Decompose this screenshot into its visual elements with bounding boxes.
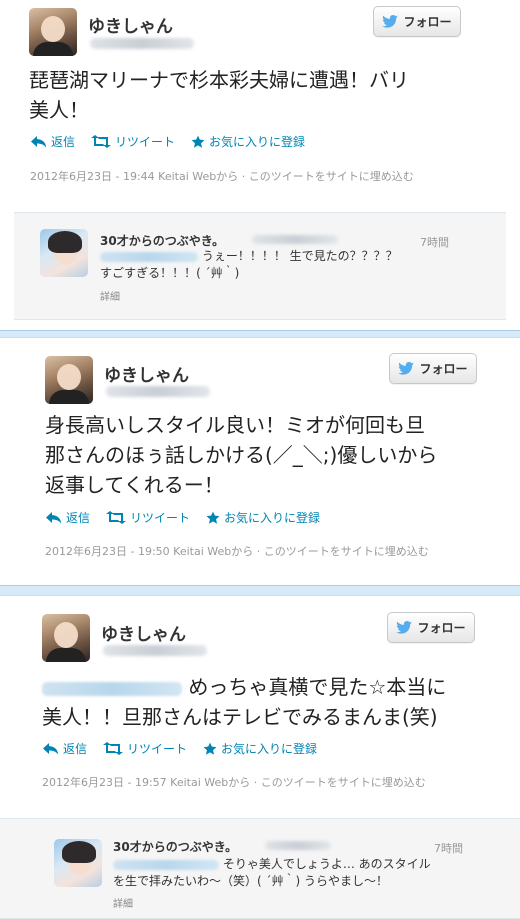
retweet-label: リツイート [130,511,191,525]
avatar[interactable] [42,614,90,662]
user-name[interactable]: ゆきしゃん [101,620,186,645]
bird-icon [396,621,413,634]
tweet-line: 返事してくれるー！ [45,473,224,497]
reply-card: 30才からのつぶやき。 7時間 そりゃ美人でしょうよ… あのスタイル を生で拝み… [0,818,520,919]
follow-button[interactable]: フォロー [373,6,461,37]
star-icon [191,135,205,148]
follow-label: フォロー [403,15,452,29]
reply-user-handle[interactable] [265,841,331,850]
avatar[interactable] [29,8,77,56]
tweet-separator [0,585,520,596]
tweet-line: 琵琶湖マリーナで杉本彩夫婦に遭遇！バリ [29,68,409,92]
tweet-actions: 返信 リツイート お気に入りに登録 [31,133,305,150]
favorite-button[interactable]: お気に入りに登録 [191,133,305,150]
tweet-actions: 返信 リツイート お気に入りに登録 [46,509,320,526]
reply-detail-link[interactable]: 詳細 [113,895,133,910]
retweet-button[interactable]: リツイート [91,133,175,150]
user-handle[interactable] [103,645,207,656]
reply-button[interactable]: 返信 [31,133,75,150]
reply-card: 30才からのつぶやき。 7時間 うぇー！！！！ 生で見たの？？？？ すごすぎる！… [14,212,506,320]
tweet-meta[interactable]: 2012年6月23日 - 19:44 Keitai Webから · このツイート… [30,168,414,184]
mention-link[interactable] [42,681,182,696]
user-name[interactable]: ゆきしゃん [104,361,189,386]
reply-avatar[interactable] [54,839,102,887]
bird-icon [398,362,415,375]
tweet-meta[interactable]: 2012年6月23日 - 19:57 Keitai Webから · このツイート… [42,774,426,790]
reply-button[interactable]: 返信 [46,509,90,526]
reply-user-handle[interactable] [252,235,338,244]
tweet-text: めっちゃ真横で見た☆本当に 美人！！旦那さんはテレビでみるまんま(笑) [42,672,446,732]
favorite-label: お気に入りに登録 [209,135,306,149]
user-name[interactable]: ゆきしゃん [88,12,173,37]
reply-line: すごすぎる！！！( ´艸｀) [100,266,240,280]
star-icon [203,742,217,755]
reply-detail-link[interactable]: 詳細 [100,288,120,303]
retweet-icon [103,742,124,755]
tweet-line: 身長高いしスタイル良い！ミオが何回も旦 [45,413,425,437]
follow-button[interactable]: フォロー [389,353,477,384]
tweet-text: 琵琶湖マリーナで杉本彩夫婦に遭遇！バリ 美人！ [29,65,409,125]
tweet-line: めっちゃ真横で見た☆本当に [182,675,447,699]
retweet-icon [91,135,112,148]
tweet-separator [0,330,520,338]
reply-line: うぇー！！！！ 生で見たの？？？？ [198,249,398,263]
reply-icon [43,742,58,754]
retweet-button[interactable]: リツイート [103,740,187,757]
reply-label: 返信 [63,742,88,756]
reply-line: を生で拝みたいわ〜（笑）( ´艸｀) うらやまし〜！ [113,874,388,888]
tweet-text: 身長高いしスタイル良い！ミオが何回も旦 那さんのほぅ話しかける(／_＼;)優しい… [45,410,437,500]
favorite-label: お気に入りに登録 [221,742,318,756]
reply-button[interactable]: 返信 [43,740,87,757]
reply-avatar[interactable] [40,229,88,277]
tweet-actions: 返信 リツイート お気に入りに登録 [43,740,317,757]
tweet-line: 那さんのほぅ話しかける(／_＼;)優しいから [45,443,438,467]
tweet-line: 美人！！旦那さんはテレビでみるまんま(笑) [42,705,438,729]
mention-link[interactable] [113,859,219,870]
retweet-icon [106,511,127,524]
reply-text: うぇー！！！！ 生で見たの？？？？ すごすぎる！！！( ´艸｀) [100,248,398,282]
mention-link[interactable] [100,251,198,262]
reply-line: そりゃ美人でしょうよ… あのスタイル [219,857,431,871]
star-icon [206,511,220,524]
retweet-label: リツイート [127,742,188,756]
bird-icon [382,15,399,28]
avatar[interactable] [45,356,93,404]
user-handle[interactable] [90,38,194,49]
reply-icon [31,135,46,147]
reply-time[interactable]: 7時間 [420,234,449,250]
reply-user-name[interactable]: 30才からのつぶやき。 [113,838,237,855]
favorite-label: お気に入りに登録 [224,511,321,525]
reply-time[interactable]: 7時間 [434,840,463,856]
follow-label: フォロー [419,362,468,376]
retweet-button[interactable]: リツイート [106,509,190,526]
follow-button[interactable]: フォロー [387,612,475,643]
tweet-line: 美人！ [29,98,89,122]
retweet-label: リツイート [115,135,176,149]
user-handle[interactable] [106,386,210,397]
reply-icon [46,511,61,523]
reply-text: そりゃ美人でしょうよ… あのスタイル を生で拝みたいわ〜（笑）( ´艸｀) うら… [113,856,431,890]
reply-label: 返信 [66,511,91,525]
follow-label: フォロー [417,621,466,635]
tweet-meta[interactable]: 2012年6月23日 - 19:50 Keitai Webから · このツイート… [45,543,429,559]
reply-label: 返信 [51,135,76,149]
favorite-button[interactable]: お気に入りに登録 [203,740,317,757]
reply-user-name[interactable]: 30才からのつぶやき。 [100,232,224,249]
favorite-button[interactable]: お気に入りに登録 [206,509,320,526]
